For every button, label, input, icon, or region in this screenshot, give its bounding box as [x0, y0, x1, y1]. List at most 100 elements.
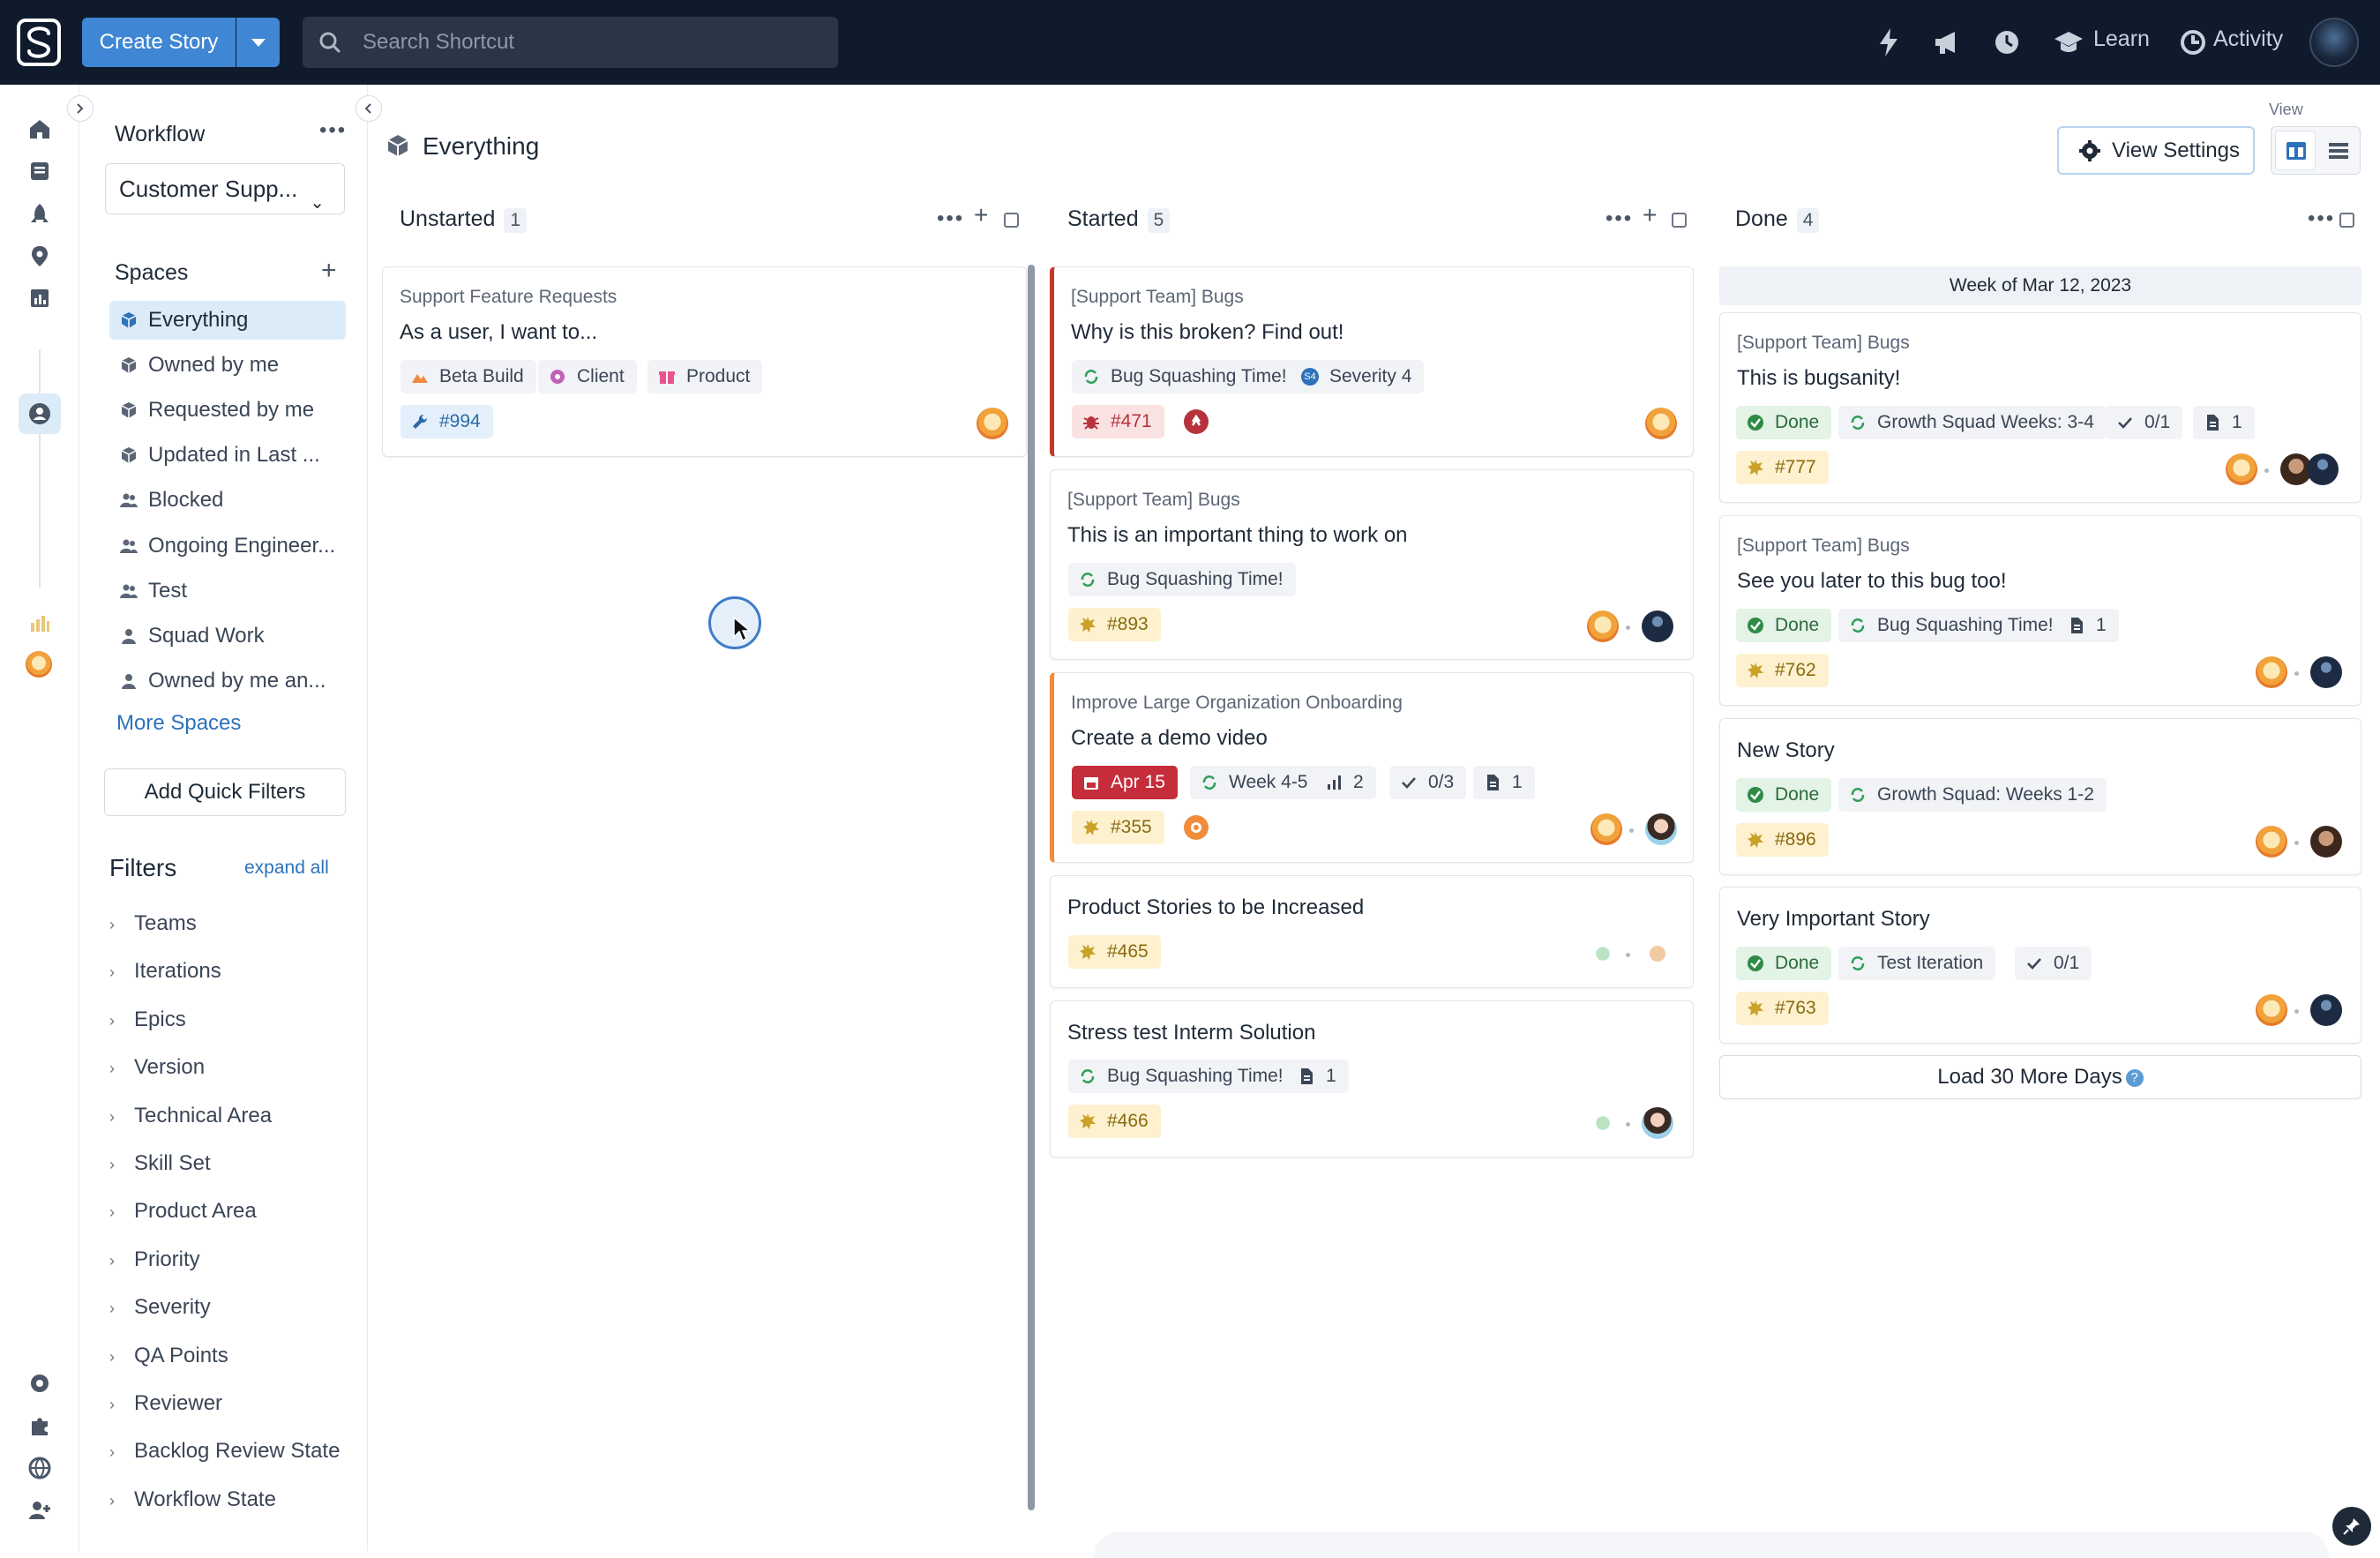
add-quick-filters-button[interactable]: Add Quick Filters [104, 768, 346, 816]
workflow-more-icon[interactable]: ••• [319, 118, 347, 143]
home-icon[interactable] [27, 116, 52, 141]
more-spaces-link[interactable]: More Spaces [116, 711, 241, 736]
puzzle-icon[interactable] [27, 1413, 52, 1438]
stories-icon[interactable] [27, 159, 52, 184]
shortcut-logo-icon[interactable] [16, 18, 62, 67]
documents-chip[interactable]: 1 [2193, 406, 2255, 439]
space-item[interactable]: Owned by me an... [109, 662, 346, 700]
load-more-button[interactable]: Load 30 More Days? [1719, 1055, 2361, 1099]
filter-item[interactable]: › Backlog Review State [109, 1439, 340, 1464]
settings-gear-icon[interactable] [27, 1371, 52, 1396]
owner-avatar[interactable] [1642, 610, 1673, 642]
documents-chip[interactable]: 1 [2057, 609, 2119, 642]
started-more-icon[interactable]: ••• [1605, 206, 1633, 231]
globe-icon[interactable] [27, 1456, 52, 1480]
filter-item[interactable]: › Teams [109, 911, 197, 936]
filter-item[interactable]: › Severity [109, 1295, 211, 1320]
iteration-chip[interactable]: Growth Squad: Weeks 1-2 [1838, 778, 2107, 812]
label-chip[interactable]: Product [647, 360, 763, 393]
priority-icon[interactable] [1184, 815, 1209, 840]
iteration-chip[interactable]: Week 4-5 [1190, 766, 1321, 799]
space-item[interactable]: Blocked [109, 481, 346, 520]
state-chip[interactable]: Done [1736, 778, 1832, 812]
megaphone-icon[interactable] [1930, 25, 1965, 60]
documents-chip[interactable]: 1 [1287, 1060, 1349, 1093]
expand-all-link[interactable]: expand all [244, 858, 329, 879]
story-id-chip[interactable]: #471 [1072, 405, 1164, 438]
owner-avatar[interactable] [1642, 1107, 1673, 1139]
lightning-icon[interactable] [1871, 25, 1906, 60]
requester-avatar[interactable] [2226, 453, 2257, 485]
add-space-button[interactable]: + [321, 256, 337, 286]
tasks-chip[interactable]: 0/1 [2106, 406, 2183, 439]
create-story-dropdown-button[interactable] [236, 18, 280, 67]
requester-avatar[interactable] [1587, 1107, 1619, 1139]
rocket-icon[interactable] [27, 201, 52, 226]
story-id-chip[interactable]: #355 [1072, 811, 1164, 844]
owner-avatar[interactable] [1645, 813, 1677, 845]
filter-item[interactable]: › QA Points [109, 1344, 228, 1368]
iteration-chip[interactable]: Bug Squashing Time! [1838, 609, 2066, 642]
space-item[interactable]: Test [109, 572, 346, 610]
filter-item[interactable]: › Version [109, 1055, 205, 1080]
learn-link[interactable]: Learn [2093, 26, 2150, 52]
list-view-icon[interactable] [2328, 141, 2349, 161]
label-chip[interactable]: Client [538, 360, 637, 393]
filter-item[interactable]: › Reviewer [109, 1391, 222, 1416]
filter-item[interactable]: › Iterations [109, 959, 221, 984]
started-add-button[interactable]: + [1643, 201, 1657, 229]
story-card[interactable]: Product Stories to be Increased #465 [1050, 875, 1694, 988]
unstarted-add-button[interactable]: + [974, 201, 988, 229]
story-id-chip[interactable]: #896 [1736, 823, 1829, 857]
owner-avatar[interactable] [977, 408, 1008, 439]
iteration-chip[interactable]: Bug Squashing Time! [1072, 360, 1299, 393]
owner-avatar[interactable] [2310, 826, 2342, 858]
space-item[interactable]: Ongoing Engineer... [109, 527, 346, 566]
story-id-chip[interactable]: #994 [400, 405, 493, 438]
state-chip[interactable]: Done [1736, 406, 1832, 439]
create-story-button[interactable]: Create Story [82, 18, 236, 67]
requester-avatar[interactable] [2256, 826, 2287, 858]
space-item[interactable]: Everything [109, 301, 346, 340]
story-id-chip[interactable]: #466 [1068, 1105, 1161, 1138]
owner-avatar[interactable] [1645, 408, 1677, 439]
done-more-icon[interactable]: ••• [2308, 206, 2335, 231]
collapse-sidebar-button[interactable] [356, 95, 382, 122]
clock-icon[interactable] [1989, 25, 2024, 60]
space-item[interactable]: Owned by me [109, 346, 346, 385]
owner-avatar[interactable] [2310, 656, 2342, 688]
owner-avatar[interactable] [2310, 994, 2342, 1026]
space-item[interactable]: Updated in Last ... [109, 436, 346, 475]
story-card[interactable]: [Support Team] Bugs Why is this broken? … [1050, 266, 1694, 457]
owner-avatar[interactable] [2307, 453, 2339, 485]
story-card[interactable]: [Support Team] Bugs This is bugsanity! D… [1719, 312, 2361, 503]
unstarted-more-icon[interactable]: ••• [937, 206, 964, 231]
space-item[interactable]: Squad Work [109, 617, 346, 655]
story-id-chip[interactable]: #777 [1736, 451, 1829, 484]
story-id-chip[interactable]: #763 [1736, 992, 1829, 1025]
started-select-checkbox[interactable] [1672, 213, 1687, 228]
story-card[interactable]: Stress test Interm Solution Bug Squashin… [1050, 1000, 1694, 1157]
filter-item[interactable]: › Skill Set [109, 1151, 211, 1176]
done-select-checkbox[interactable] [2339, 213, 2354, 228]
add-user-icon[interactable] [27, 1498, 52, 1523]
filter-item[interactable]: › Technical Area [109, 1104, 272, 1128]
iteration-chip[interactable]: Bug Squashing Time! [1068, 563, 1296, 596]
user-avatar[interactable] [2309, 18, 2359, 67]
help-icon[interactable]: ? [2125, 1068, 2144, 1087]
story-id-chip[interactable]: #893 [1068, 608, 1161, 641]
filter-item[interactable]: › Workflow State [109, 1487, 276, 1512]
story-id-chip[interactable]: #762 [1736, 654, 1829, 687]
requester-avatar[interactable] [2256, 994, 2287, 1026]
requester-avatar[interactable] [1587, 610, 1619, 642]
filter-item[interactable]: › Priority [109, 1247, 200, 1272]
tasks-chip[interactable]: 0/3 [1389, 766, 1467, 799]
team-button[interactable] [19, 393, 61, 434]
pin-button[interactable] [2332, 1507, 2371, 1546]
story-card[interactable]: [Support Team] Bugs See you later to thi… [1719, 515, 2361, 706]
story-card[interactable]: Very Important Story Done Test Iteration… [1719, 887, 2361, 1044]
requester-avatar[interactable] [1587, 938, 1619, 970]
activity-link[interactable]: Activity [2213, 26, 2283, 52]
activity-icon[interactable] [2175, 25, 2211, 60]
kanban-view-button[interactable] [2275, 131, 2316, 170]
